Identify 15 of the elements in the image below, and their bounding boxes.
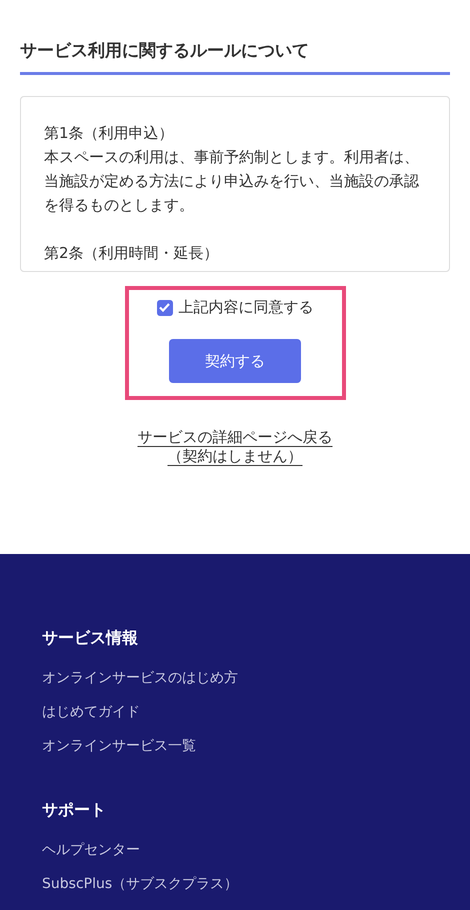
- article-text: 本スペースの利用は、事前予約制とします。利用者は、当施設が定める方法により申込みを行い、当施設の承認を得るものとします。: [44, 147, 420, 216]
- footer-link[interactable]: ヘルプセンター: [42, 840, 428, 860]
- footer-link[interactable]: オンラインサービス一覧: [42, 736, 428, 756]
- article-heading: 第2条（利用時間・延長）: [44, 243, 220, 264]
- back-link[interactable]: サービスの詳細ページへ戻る （契約はしません）: [138, 428, 332, 466]
- agree-label: 上記内容に同意する: [178, 298, 314, 317]
- article-heading: 第1条（利用申込）: [44, 123, 175, 144]
- footer-heading: サポート: [42, 799, 107, 821]
- footer-link[interactable]: はじめてガイド: [42, 702, 428, 722]
- agree-checkbox[interactable]: [156, 300, 172, 316]
- footer-heading: サービス情報: [42, 627, 139, 649]
- footer-link[interactable]: SubscPlus（サブスクプラス）: [42, 874, 428, 894]
- footer-link[interactable]: オンラインサービスのはじめ方: [42, 668, 428, 688]
- section-title: サービス利用に関するルールについて: [20, 40, 450, 75]
- contract-button[interactable]: 契約する: [169, 339, 301, 383]
